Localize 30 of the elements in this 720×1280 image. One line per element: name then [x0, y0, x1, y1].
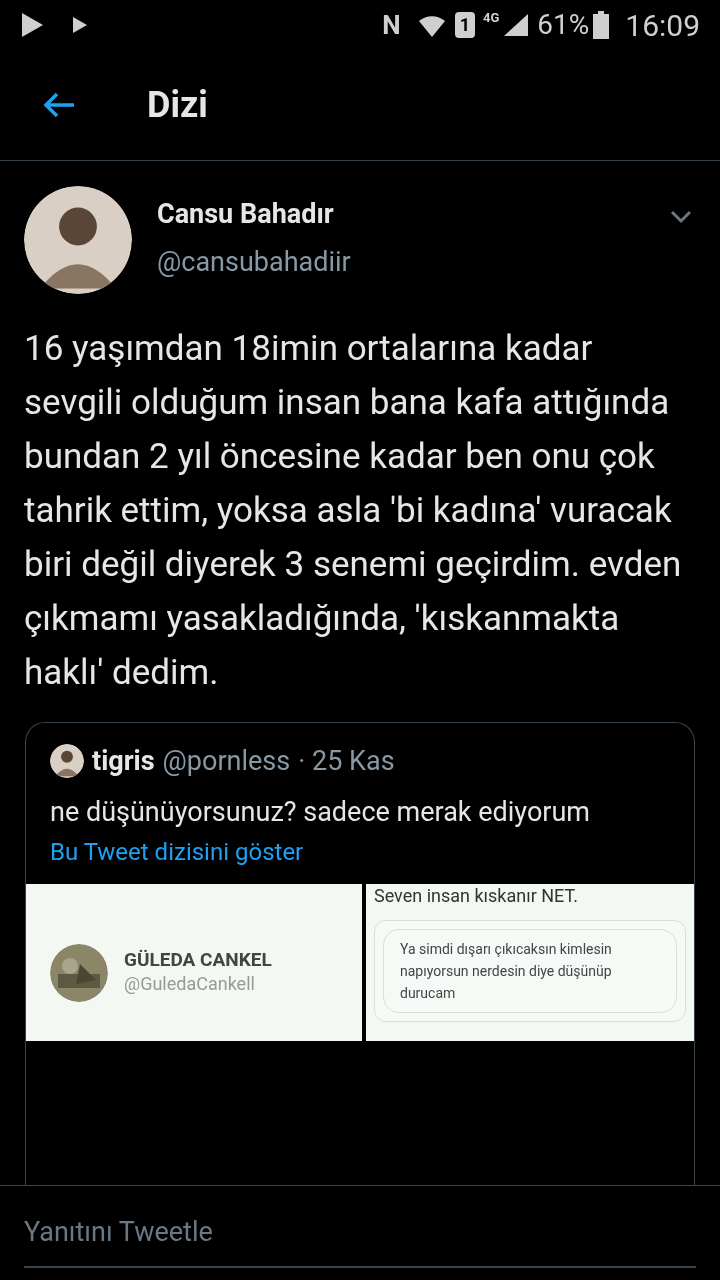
tweet-text: 16 yaşımdan 18imin ortalarına kadar sevgili olduğum insan bana kafa attığında bundan 2 yıl öncesine kadar ben onu çok tahrik ettim, yoksa asla 'bi kadına' vuracak biri değil diyerek 3 senemi geçirdim. evden çıkmamı yasakladığında, 'kıskanmakta haklı' dedim. — [23, 327, 683, 695]
profile-name: GÜLEDA CANKEL — [124, 947, 272, 972]
back-icon — [42, 91, 76, 119]
quoted-author-name: tigris — [92, 744, 155, 779]
play-icon — [20, 12, 44, 38]
avatar — [50, 744, 84, 779]
quoted-author-handle: @pornless — [162, 744, 291, 779]
reply-input[interactable]: Yanıtını Tweetle — [24, 1211, 696, 1253]
nfc-indicator: N — [382, 8, 401, 42]
page-title: Dizi — [147, 83, 208, 128]
reply-field[interactable]: Yanıtını Tweetle — [24, 1198, 696, 1268]
author-handle: @cansubahadiir — [157, 246, 352, 278]
quoted-text: ne düşünüyorsunuz? sadece merak ediyorum — [49, 794, 592, 830]
tweet-screenshot[interactable]: GÜLEDA CANKEL @GuledaCankell — [26, 883, 362, 1041]
sim-indicator: 1 — [454, 12, 475, 38]
quoted-tweet[interactable] — [25, 722, 695, 1185]
profile-handle: @GuledaCankell — [124, 971, 256, 996]
network-type: 4G — [482, 9, 500, 27]
battery-percent: 61% — [537, 7, 590, 43]
show-thread-link[interactable]: Bu Tweet dizisini göster — [50, 833, 304, 870]
chevron-down-icon[interactable] — [670, 210, 692, 224]
caption: Seven insan kıskanır NET. — [374, 883, 580, 908]
clock: 16:09 — [625, 6, 700, 45]
author-name: Cansu Bahadır — [157, 198, 335, 230]
play-icon — [72, 16, 88, 34]
battery-icon — [593, 11, 610, 39]
signal-icon — [503, 13, 530, 37]
tweet-screenshot[interactable]: Seven insan kıskanır NET. Ya simdi dışarı çıkıcaksın kimlesin napıyorsun nerdesin diye düşünüp durucam — [366, 883, 694, 1041]
message-bubble: Ya simdi dışarı çıkıcaksın kimlesin napıyorsun nerdesin diye düşünüp durucam — [383, 928, 677, 1013]
quoted-date: · 25 Kas — [298, 744, 395, 779]
